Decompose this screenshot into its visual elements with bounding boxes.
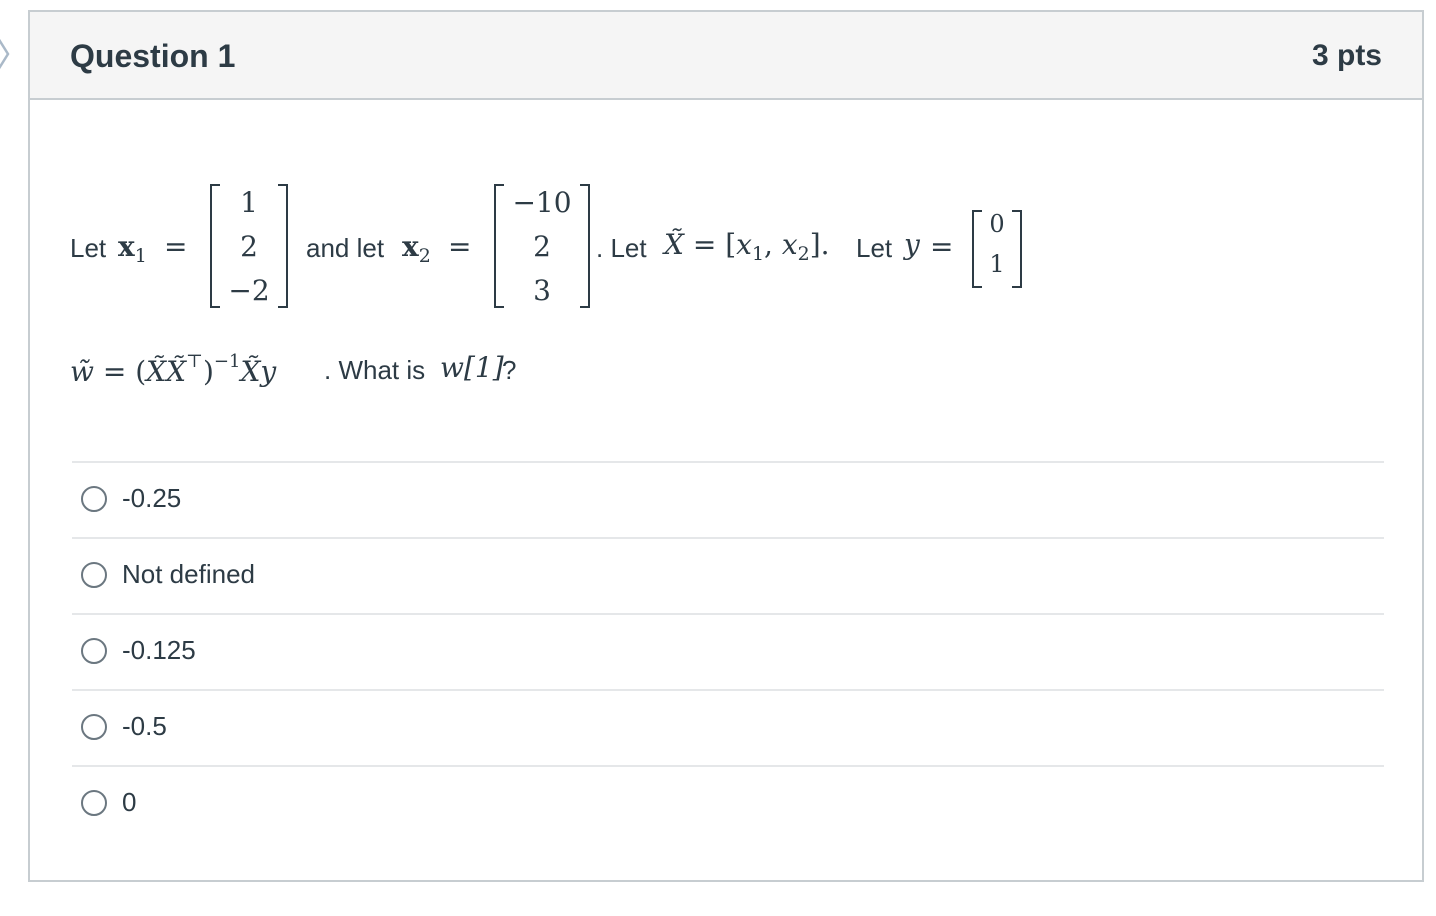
prompt-text-and-let: and let <box>306 233 385 263</box>
answer-option[interactable]: Not defined <box>72 539 1384 613</box>
radio-button[interactable] <box>81 638 107 664</box>
w-index: w[1] <box>440 351 504 384</box>
x2-symbol: x2 <box>402 230 431 267</box>
answer-label[interactable]: -0.5 <box>122 711 167 742</box>
y-value: 1 <box>989 250 1005 278</box>
x1-matrix: 1 2 −2 <box>210 184 288 308</box>
radio-button[interactable] <box>81 790 107 816</box>
radio-button[interactable] <box>81 562 107 588</box>
question-mark: ? <box>502 355 517 385</box>
prompt-text-what-is: . What is <box>324 355 426 385</box>
question-title: Question 1 <box>70 38 236 74</box>
answer-option[interactable]: 0 <box>72 767 1384 841</box>
answer-label[interactable]: -0.25 <box>122 483 181 514</box>
radio-button[interactable] <box>81 714 107 740</box>
prompt-text-let-y: Let <box>856 233 893 263</box>
question-header: Question 1 3 pts <box>30 12 1422 100</box>
answer-label[interactable]: Not defined <box>122 559 255 590</box>
y-value: 0 <box>989 210 1005 238</box>
equals-sign: = <box>930 230 954 263</box>
x2-value: 3 <box>533 274 551 307</box>
answer-option[interactable]: -0.25 <box>72 463 1384 537</box>
question-points: 3 pts <box>1311 39 1382 72</box>
radio-button[interactable] <box>81 486 107 512</box>
x1-value: −2 <box>228 274 270 307</box>
chevron-right-icon[interactable] <box>0 34 16 74</box>
prompt-text-let-x: . Let <box>596 233 647 263</box>
x1-value: 2 <box>240 230 258 263</box>
equals-sign: = <box>448 230 472 263</box>
x-tilde-definition: X̃ = [x1, x2]. <box>664 228 830 265</box>
x2-value: −10 <box>512 186 572 219</box>
x1-symbol: x1 <box>118 230 147 267</box>
w-tilde-formula: w̃ = (X̃X̃⊤)−1X̃y <box>70 351 277 388</box>
answer-label[interactable]: 0 <box>122 787 136 818</box>
x2-value: 2 <box>533 230 551 263</box>
answer-option[interactable]: -0.5 <box>72 691 1384 765</box>
y-matrix: 0 1 <box>972 210 1022 288</box>
question-card: Question 1 3 pts Let x1 = 1 2 −2 and let… <box>28 10 1424 882</box>
x2-matrix: −10 2 3 <box>494 184 590 308</box>
answer-label[interactable]: -0.125 <box>122 635 196 666</box>
answer-option[interactable]: -0.125 <box>72 615 1384 689</box>
x1-value: 1 <box>240 186 258 219</box>
equals-sign: = <box>164 230 188 263</box>
y-symbol: y <box>904 228 920 261</box>
prompt-text-let: Let <box>70 233 107 263</box>
